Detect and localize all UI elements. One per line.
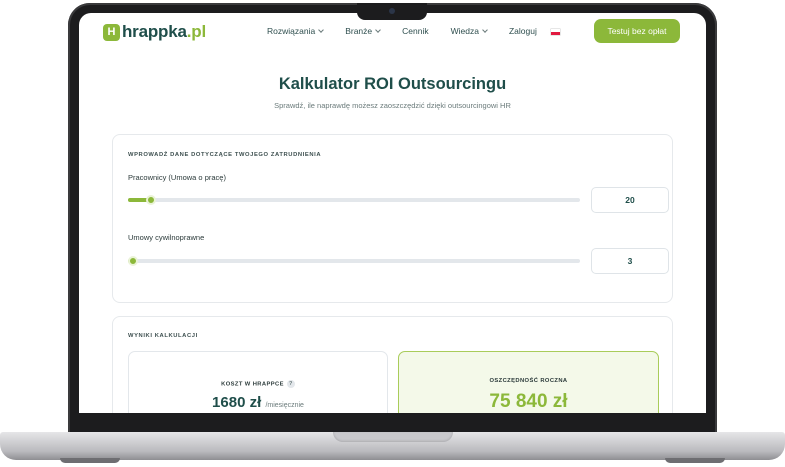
menu-item-rozwiazania[interactable]: Rozwiązania: [267, 26, 325, 36]
employees-slider-thumb[interactable]: [145, 195, 156, 205]
laptop-foot-left: [60, 458, 120, 463]
cost-label-text: KOSZT W HRAPPCE: [221, 381, 284, 388]
browser-screen: H hrappka.pl Rozwiązania Branże Cennik W…: [79, 13, 706, 413]
employees-input[interactable]: 20: [591, 187, 669, 213]
logo[interactable]: H hrappka.pl: [103, 22, 206, 42]
pl-flag-icon[interactable]: [550, 28, 560, 35]
chevron-down-icon: [375, 26, 381, 33]
chevron-down-icon: [318, 26, 325, 33]
menu-label: Wiedza: [450, 26, 479, 36]
menu-item-zaloguj[interactable]: Zaloguj: [509, 26, 537, 36]
savings-result-box: OSZCZĘDNOŚĆ ROCZNA 75 840 zł: [398, 351, 659, 413]
menu-label: Branże: [345, 26, 373, 36]
savings-label: OSZCZĘDNOŚĆ ROCZNA: [489, 378, 568, 384]
trackpad-notch: [333, 432, 453, 442]
laptop-base: [0, 432, 785, 460]
camera-notch: [357, 3, 427, 20]
page-subtitle: Sprawdź, ile naprawdę możesz zaoszczędzi…: [274, 101, 511, 110]
menu-label: Cennik: [402, 26, 429, 36]
try-free-button[interactable]: Testuj bez opłat: [594, 19, 680, 43]
logo-domain: .pl: [186, 22, 206, 41]
cost-label: KOSZT W HRAPPCE?: [129, 380, 387, 388]
menu-item-wiedza[interactable]: Wiedza: [450, 26, 488, 36]
cost-unit: /miesięcznie: [265, 402, 304, 409]
employees-slider[interactable]: [128, 195, 580, 205]
chevron-down-icon: [482, 26, 488, 33]
help-icon[interactable]: ?: [286, 380, 295, 388]
savings-value: 75 840 zł: [489, 391, 568, 412]
inputs-section-label: WPROWADŹ DANE DOTYCZĄCE TWOJEGO ZATRUDNI…: [128, 152, 322, 158]
menu-item-cennik[interactable]: Cennik: [402, 26, 428, 36]
cost-result-box: KOSZT W HRAPPCE? 1680 zł /miesięcznie: [128, 351, 388, 413]
page-title: Kalkulator ROI Outsourcingu: [278, 75, 507, 93]
menu-label: Rozwiązania: [267, 26, 316, 36]
logo-icon: H: [103, 23, 120, 41]
menu-item-branze[interactable]: Branże: [345, 26, 381, 36]
contracts-label: Umowy cywilnoprawne: [128, 233, 205, 242]
contracts-slider[interactable]: [128, 256, 580, 266]
contracts-slider-thumb[interactable]: [128, 256, 138, 266]
laptop-frame: H hrappka.pl Rozwiązania Branże Cennik W…: [0, 0, 785, 467]
contracts-input[interactable]: 3: [591, 248, 669, 274]
inputs-card: WPROWADŹ DANE DOTYCZĄCE TWOJEGO ZATRUDNI…: [112, 134, 673, 303]
logo-text: hrappka.pl: [122, 22, 206, 42]
logo-name: hrappka: [122, 22, 187, 41]
menu-label: Zaloguj: [508, 26, 537, 36]
results-section-label: WYNIKI KALKULACJI: [128, 333, 198, 339]
cost-value: 1680 zł /miesięcznie: [129, 394, 387, 411]
employees-label: Pracownicy (Umowa o pracę): [128, 173, 226, 182]
laptop-foot-right: [665, 458, 725, 463]
cost-amount: 1680 zł: [212, 394, 262, 411]
main-menu: Rozwiązania Branże Cennik Wiedza Zaloguj: [267, 26, 560, 36]
results-card: WYNIKI KALKULACJI KOSZT W HRAPPCE? 1680 …: [112, 316, 673, 413]
camera-icon: [389, 8, 395, 14]
